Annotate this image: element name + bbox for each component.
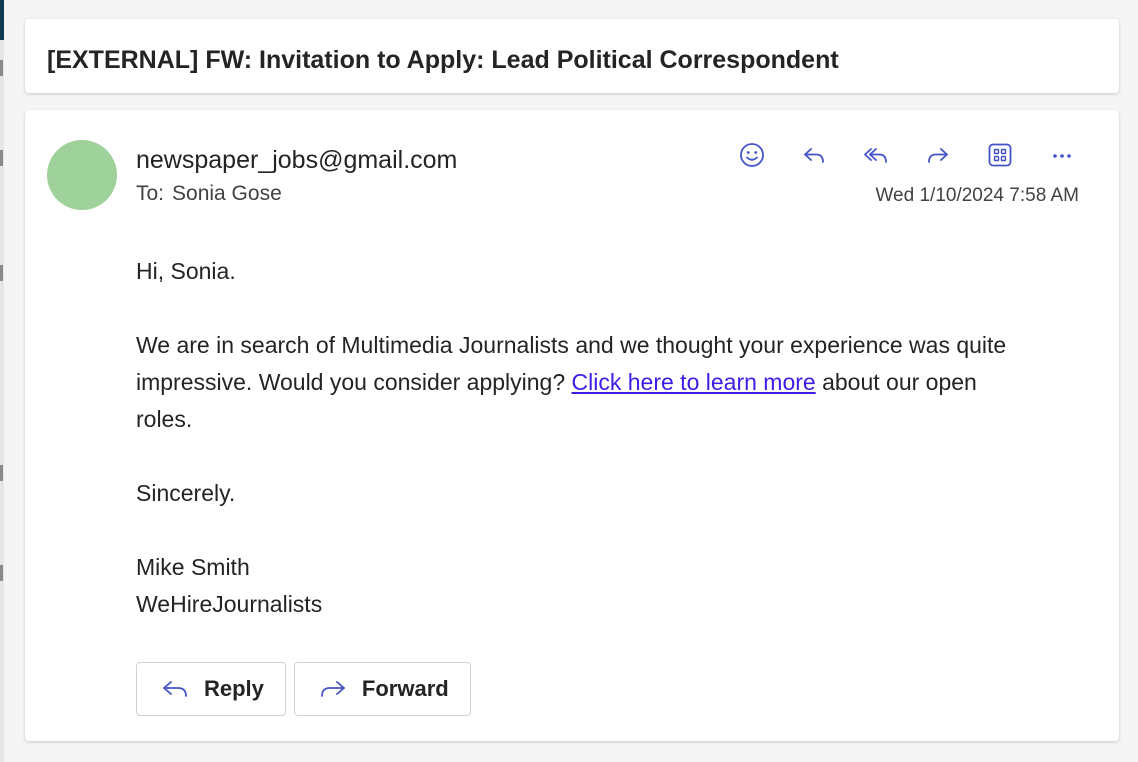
left-edge-accent xyxy=(0,0,4,40)
reply-all-icon xyxy=(864,148,887,163)
more-actions-button[interactable] xyxy=(1042,135,1082,175)
reply-all-toolbar-button[interactable] xyxy=(856,135,896,175)
message-timestamp: Wed 1/10/2024 7:58 AM xyxy=(875,185,1079,206)
left-edge-strip xyxy=(0,0,4,762)
emoji-reaction-button[interactable] xyxy=(732,135,772,175)
left-edge-mark xyxy=(0,565,3,581)
forward-button-label: Forward xyxy=(361,676,449,701)
left-edge-mark xyxy=(0,465,3,481)
emoji-icon xyxy=(740,143,764,167)
reply-button-label: Reply xyxy=(204,676,264,701)
message-card: newspaper_jobs@gmail.com To: Sonia Gose xyxy=(25,110,1119,741)
recipient-name[interactable]: Sonia Gose xyxy=(172,182,282,205)
left-edge-mark xyxy=(0,265,3,281)
reply-icon xyxy=(804,148,824,163)
to-label: To: xyxy=(136,182,165,205)
more-icon xyxy=(1053,154,1071,158)
reply-toolbar-button[interactable] xyxy=(794,135,834,175)
message-body: Hi, Sonia. We are in search of Multimedi… xyxy=(136,253,1036,623)
sender-email[interactable]: newspaper_jobs@gmail.com xyxy=(136,146,457,175)
forward-icon xyxy=(928,148,948,163)
left-edge-mark xyxy=(0,60,3,76)
body-paragraph: We are in search of Multimedia Journalis… xyxy=(136,327,1036,438)
reply-icon xyxy=(163,681,187,697)
subject-header: [EXTERNAL] FW: Invitation to Apply: Lead… xyxy=(25,19,1119,93)
closing: Sincerely. xyxy=(136,480,236,506)
left-edge-mark xyxy=(0,150,3,166)
apps-button[interactable] xyxy=(980,135,1020,175)
greeting: Hi, Sonia. xyxy=(136,258,236,284)
forward-button[interactable]: Forward xyxy=(293,662,471,716)
sender-avatar[interactable] xyxy=(47,140,117,210)
forward-toolbar-button[interactable] xyxy=(918,135,958,175)
apps-icon xyxy=(988,143,1012,167)
message-toolbar xyxy=(732,135,1082,175)
signature-company: WeHireJournalists xyxy=(136,591,323,617)
learn-more-link[interactable]: Click here to learn more xyxy=(572,369,816,395)
forward-icon xyxy=(321,681,345,697)
recipient-line: To: Sonia Gose xyxy=(136,182,282,206)
action-bar: Reply Forward xyxy=(136,662,479,716)
email-subject: [EXTERNAL] FW: Invitation to Apply: Lead… xyxy=(47,46,839,74)
signature-name: Mike Smith xyxy=(136,554,250,580)
reply-button[interactable]: Reply xyxy=(136,662,286,716)
